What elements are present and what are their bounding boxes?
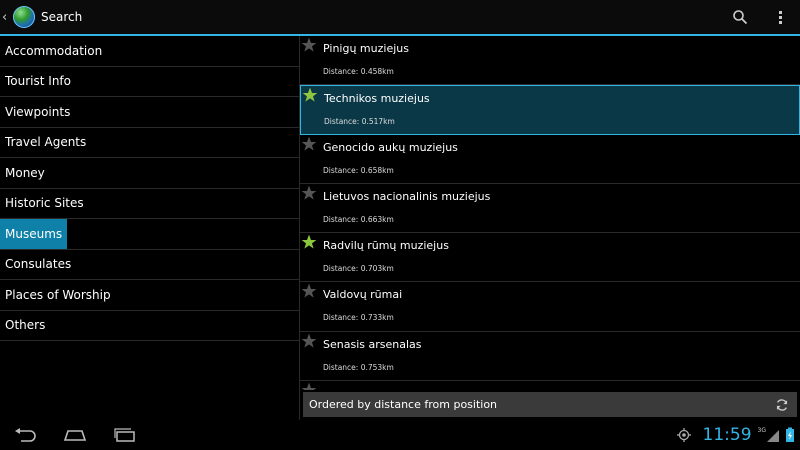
star-icon[interactable] <box>301 333 317 349</box>
chevron-left-icon[interactable]: ‹ <box>2 10 10 25</box>
back-button[interactable] <box>4 420 46 450</box>
signal-icon <box>767 430 779 442</box>
category-label: Travel Agents <box>5 135 87 150</box>
star-filled-icon[interactable] <box>301 234 317 250</box>
result-distance: Distance: 0.458km <box>323 67 394 76</box>
category-item[interactable]: Travel Agents <box>0 128 299 158</box>
recent-apps-button[interactable] <box>104 420 146 450</box>
result-distance: Distance: 0.517km <box>324 117 395 127</box>
globe-app-icon[interactable] <box>13 6 35 28</box>
refresh-button[interactable] <box>771 394 793 416</box>
recent-apps-icon <box>114 428 135 442</box>
category-label: Viewpoints <box>5 104 71 119</box>
category-label: Historic Sites <box>5 196 84 211</box>
category-label: Money <box>5 165 45 180</box>
category-label: Places of Worship <box>5 287 111 302</box>
home-icon <box>63 430 87 441</box>
star-icon[interactable] <box>301 185 317 201</box>
result-distance: Distance: 0.663km <box>323 214 394 224</box>
star-icon[interactable] <box>301 283 317 299</box>
category-item[interactable]: Tourist Info <box>0 67 299 97</box>
search-button[interactable] <box>720 0 760 34</box>
category-item[interactable]: Money <box>0 158 299 189</box>
action-bar-title: Search <box>41 10 83 24</box>
category-label: Consulates <box>5 257 72 272</box>
result-item[interactable]: Valdovų rūmai Distance: 0.733km <box>300 282 800 332</box>
result-name: Senasis arsenalas <box>323 337 422 351</box>
network-type-label: 3G <box>757 426 766 434</box>
refresh-icon <box>776 398 788 411</box>
result-item[interactable]: Pinigų muziejus Distance: 0.458km <box>300 36 800 86</box>
result-item[interactable]: Senasis arsenalas Distance: 0.753km <box>300 332 800 382</box>
result-distance: Distance: 0.753km <box>323 362 394 372</box>
star-icon[interactable] <box>301 136 317 152</box>
result-name: Genocido aukų muziejus <box>323 140 458 154</box>
category-label: Others <box>5 318 46 333</box>
results-list[interactable]: Pinigų muziejus Distance: 0.458km Techniko… <box>300 36 800 390</box>
result-distance: Distance: 0.733km <box>323 313 394 323</box>
category-item[interactable]: Museums <box>0 219 299 250</box>
back-icon <box>15 428 36 442</box>
star-filled-icon[interactable] <box>302 87 318 103</box>
result-name: Technikos muziejus <box>324 92 430 106</box>
overflow-menu-button[interactable] <box>760 0 800 34</box>
sort-status-text: Ordered by distance from position <box>309 398 498 411</box>
search-icon <box>733 10 748 25</box>
result-item[interactable]: Technikos muziejus Distance: 0.517km <box>300 85 800 135</box>
sort-status-bar: Ordered by distance from position <box>303 392 797 417</box>
gps-icon <box>675 426 693 444</box>
category-label: Museums <box>0 219 68 249</box>
result-distance: Distance: 0.658km <box>323 165 394 175</box>
category-item[interactable]: Others <box>0 311 299 341</box>
star-icon[interactable] <box>301 37 317 53</box>
result-name: Pinigų muziejus <box>323 42 409 55</box>
result-name: Lietuvos nacionalinis muziejus <box>323 189 491 203</box>
result-name: Radvilų rūmų muziejus <box>323 239 449 253</box>
star-icon[interactable] <box>301 382 317 390</box>
battery-icon <box>786 427 794 442</box>
status-clock: 11:59 <box>702 425 752 445</box>
result-item[interactable]: Genocido aukų muziejus Distance: 0.658km <box>300 135 800 184</box>
home-button[interactable] <box>54 420 96 450</box>
result-item[interactable]: Radvilų rūmų muziejus Distance: 0.703km <box>300 233 800 283</box>
action-bar: ‹ Search <box>0 0 800 36</box>
category-item[interactable]: Accommodation <box>0 36 299 67</box>
category-item[interactable]: Viewpoints <box>0 97 299 128</box>
system-navigation-bar: 11:59 3G <box>0 420 800 450</box>
result-name: Valdovų rūmai <box>323 288 403 302</box>
result-distance: Distance: 0.703km <box>323 264 394 274</box>
category-list: Accommodation Tourist Info Viewpoints Trave… <box>0 36 299 420</box>
result-item[interactable]: Lietuvos nacionalinis muziejus Distance: … <box>300 184 800 234</box>
category-item[interactable]: Historic Sites <box>0 189 299 219</box>
result-item[interactable] <box>300 381 800 390</box>
category-item[interactable]: Consulates <box>0 250 299 280</box>
overflow-menu-icon <box>778 10 782 24</box>
category-item[interactable]: Places of Worship <box>0 280 299 311</box>
category-label: Tourist Info <box>5 74 71 89</box>
category-label: Accommodation <box>5 43 103 58</box>
